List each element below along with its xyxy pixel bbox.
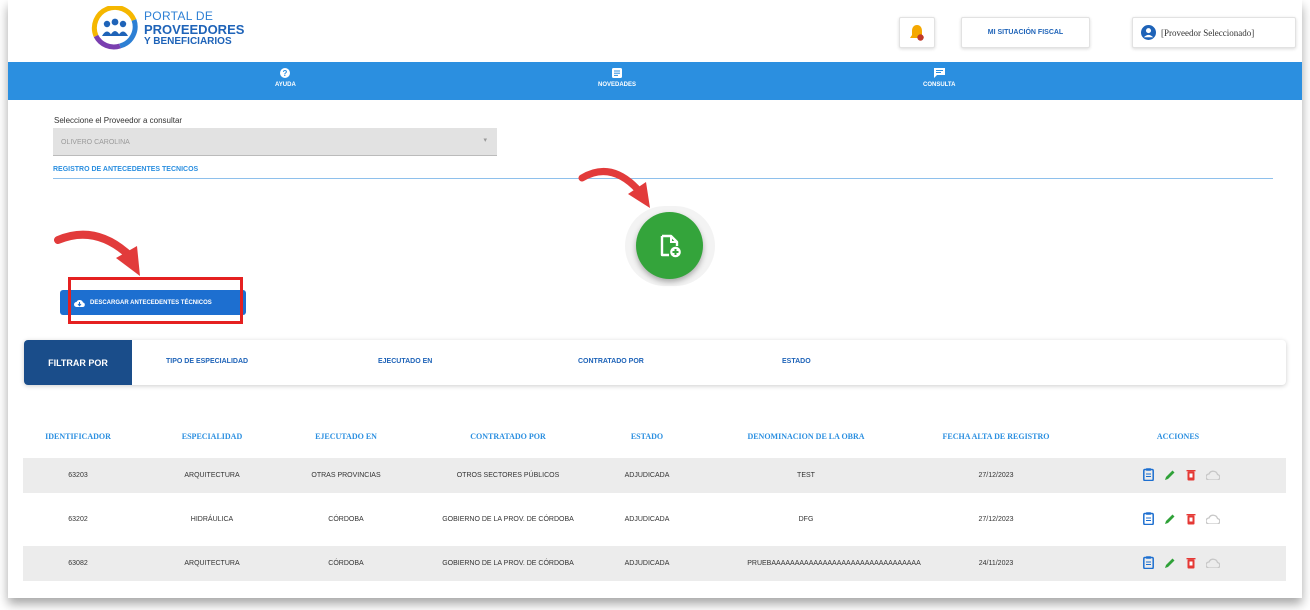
provider-select-value: OLIVERO CAROLINA — [61, 139, 130, 146]
annotation-highlight-box — [68, 277, 243, 324]
main-nav: ? AYUDA NOVEDADES CONSULTA — [8, 62, 1302, 100]
cell-estado: ADJUDICADA — [624, 516, 670, 523]
cell-fecha: 27/12/2023 — [978, 516, 1014, 523]
cell-contratado: GOBIERNO DE LA PROV. DE CÓRDOBA — [442, 516, 574, 523]
brand-line-1: PORTAL DE — [144, 9, 214, 23]
column-header[interactable]: DENOMINACION DE LA OBRA — [747, 432, 864, 441]
cell-especialidad: ARQUITECTURA — [184, 472, 240, 479]
delete-icon[interactable] — [1186, 557, 1196, 569]
selected-provider-label: [Proveedor Seleccionado] — [1161, 27, 1255, 38]
cell-especialidad: ARQUITECTURA — [184, 560, 240, 567]
cell-ejecutado: OTRAS PROVINCIAS — [311, 472, 381, 479]
cell-obra: DFG — [798, 516, 814, 523]
filter-option-estado[interactable]: ESTADO — [782, 358, 811, 365]
news-icon — [612, 68, 622, 78]
cloud-upload-icon[interactable] — [1206, 470, 1220, 480]
brand-line-2: PROVEEDORES — [144, 22, 245, 37]
filter-option-contratado-por[interactable]: CONTRATADO POR — [578, 358, 644, 365]
row-actions — [1143, 468, 1220, 481]
edit-pencil-icon[interactable] — [1164, 513, 1176, 525]
cell-obra: TEST — [797, 472, 815, 479]
clipboard-icon[interactable] — [1143, 556, 1154, 569]
clipboard-icon[interactable] — [1143, 512, 1154, 525]
column-header[interactable]: ESPECIALIDAD — [182, 432, 242, 441]
filter-bar: FILTRAR POR TIPO DE ESPECIALIDAD EJECUTA… — [24, 340, 1286, 385]
user-avatar-icon — [1141, 25, 1156, 40]
cell-estado: ADJUDICADA — [624, 560, 670, 567]
delete-icon[interactable] — [1186, 513, 1196, 525]
section-divider — [53, 178, 1273, 179]
selected-provider-button[interactable]: [Proveedor Seleccionado] — [1132, 17, 1296, 48]
cell-id: 63203 — [68, 472, 88, 479]
nav-item-novedades[interactable]: NOVEDADES — [598, 68, 636, 88]
filter-option-especialidad[interactable]: TIPO DE ESPECIALIDAD — [166, 358, 248, 365]
cell-obra: PRUEBAAAAAAAAAAAAAAAAAAAAAAAAAAAAAAAA — [747, 560, 921, 567]
table-row[interactable]: 63203 ARQUITECTURA OTRAS PROVINCIAS OTRO… — [23, 458, 1286, 493]
nav-label-consulta: CONSULTA — [923, 82, 956, 88]
provider-select-label: Seleccione el Proveedor a consultar — [54, 116, 183, 125]
brand-text: PORTAL DE PROVEEDORES Y BENEFICIARIOS — [144, 10, 244, 47]
row-actions — [1143, 556, 1220, 569]
column-header[interactable]: ESTADO — [631, 432, 663, 441]
nav-item-ayuda[interactable]: ? AYUDA — [275, 68, 296, 88]
nav-item-consulta[interactable]: CONSULTA — [923, 68, 955, 88]
chevron-down-icon: ▾ — [483, 137, 487, 144]
cell-id: 63082 — [68, 560, 88, 567]
cell-ejecutado: CÓRDOBA — [328, 516, 364, 523]
app-window: PORTAL DE PROVEEDORES Y BENEFICIARIOS MI… — [8, 0, 1302, 598]
column-header: ACCIONES — [1156, 432, 1200, 441]
clipboard-icon[interactable] — [1143, 468, 1154, 481]
header: PORTAL DE PROVEEDORES Y BENEFICIARIOS MI… — [8, 0, 1302, 62]
portal-logo — [91, 6, 138, 50]
row-actions — [1143, 512, 1220, 525]
table-row[interactable]: 63082 ARQUITECTURA CÓRDOBA GOBIERNO DE L… — [23, 546, 1286, 581]
filter-option-ejecutado-en[interactable]: EJECUTADO EN — [378, 358, 432, 365]
column-header[interactable]: FECHA ALTA DE REGISTRO — [943, 432, 1050, 441]
notifications-button[interactable] — [899, 17, 935, 48]
cell-especialidad: HIDRÁULICA — [190, 516, 234, 523]
column-header[interactable]: IDENTIFICADOR — [45, 432, 111, 441]
cloud-upload-icon[interactable] — [1206, 514, 1220, 524]
file-plus-icon — [660, 234, 681, 257]
cell-fecha: 24/11/2023 — [978, 560, 1014, 567]
fiscal-status-button[interactable]: MI SITUACIÓN FISCAL — [961, 17, 1090, 48]
annotation-arrow-icon — [54, 230, 140, 276]
cloud-upload-icon[interactable] — [1206, 558, 1220, 568]
nav-label-novedades: NOVEDADES — [598, 82, 637, 88]
cell-contratado: OTROS SECTORES PÚBLICOS — [456, 472, 560, 479]
chat-icon — [933, 68, 945, 78]
annotation-arrow-icon — [578, 168, 650, 208]
help-circle-icon: ? — [280, 68, 291, 78]
section-title: REGISTRO DE ANTECEDENTES TECNICOS — [53, 166, 199, 173]
nav-label-ayuda: AYUDA — [275, 82, 296, 88]
add-record-button[interactable] — [636, 212, 703, 279]
cell-ejecutado: CÓRDOBA — [328, 560, 364, 567]
svg-text:?: ? — [283, 69, 288, 78]
table-row[interactable]: 63202 HIDRÁULICA CÓRDOBA GOBIERNO DE LA … — [23, 502, 1286, 537]
cell-fecha: 27/12/2023 — [978, 472, 1014, 479]
bell-icon — [910, 24, 924, 41]
delete-icon[interactable] — [1186, 469, 1196, 481]
provider-select[interactable]: OLIVERO CAROLINA ▾ — [53, 128, 497, 156]
filter-by-label: FILTRAR POR — [24, 340, 132, 385]
cell-id: 63202 — [68, 516, 88, 523]
edit-pencil-icon[interactable] — [1164, 557, 1176, 569]
column-header[interactable]: CONTRATADO POR — [470, 432, 545, 441]
brand-line-3: Y BENEFICIARIOS — [144, 36, 232, 47]
edit-pencil-icon[interactable] — [1164, 469, 1176, 481]
cell-contratado: GOBIERNO DE LA PROV. DE CÓRDOBA — [442, 560, 574, 567]
cell-estado: ADJUDICADA — [624, 472, 670, 479]
column-header[interactable]: EJECUTADO EN — [315, 432, 377, 441]
